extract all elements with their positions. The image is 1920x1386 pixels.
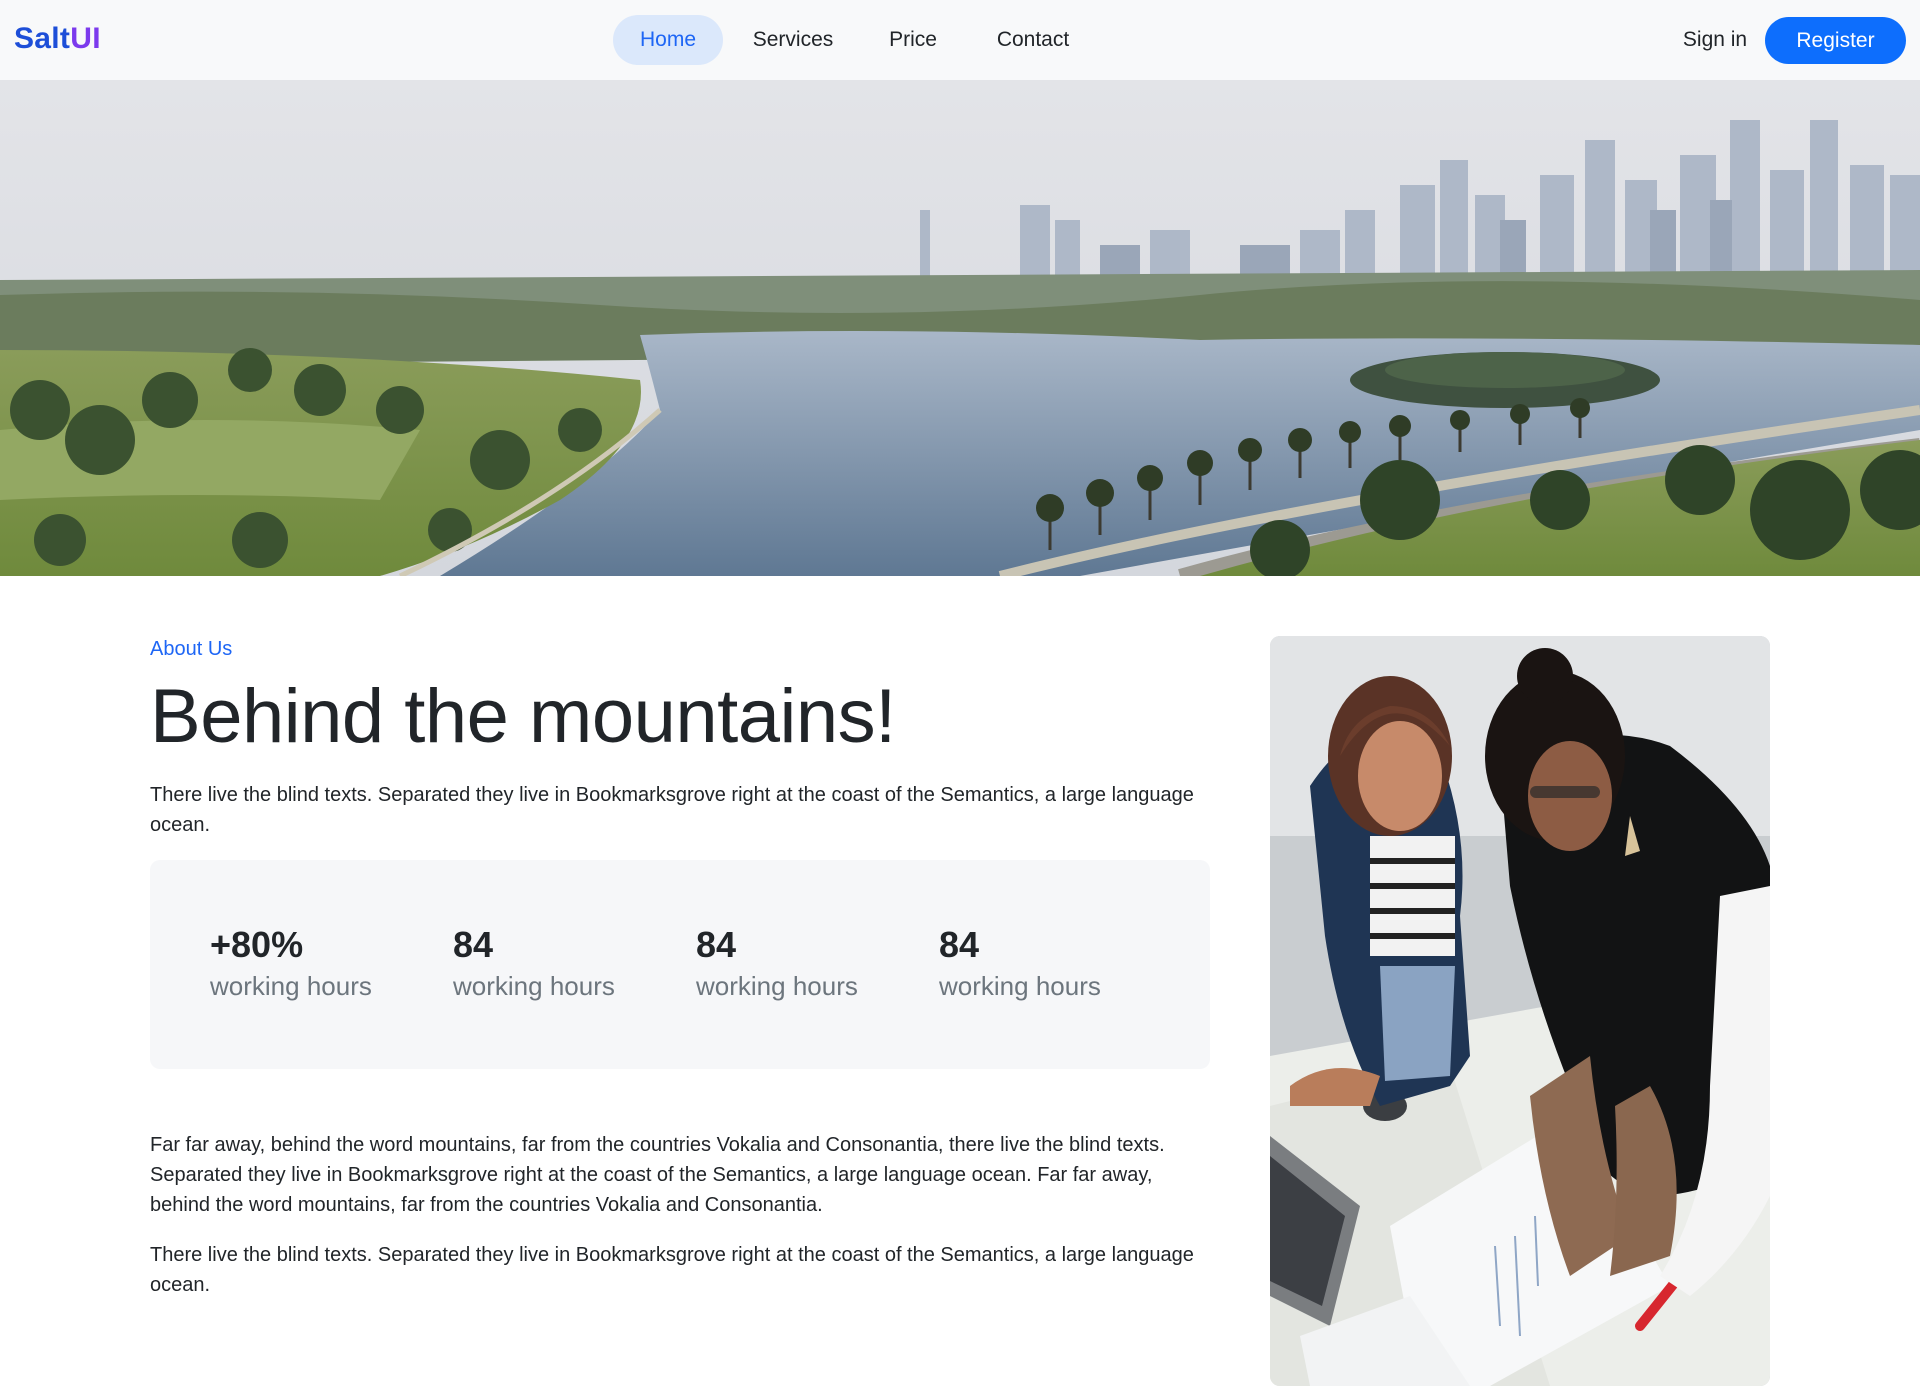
stat-label: working hours	[696, 971, 858, 1001]
nav-link-price[interactable]: Price	[863, 15, 963, 65]
stat-label: working hours	[453, 971, 615, 1001]
stat-item: 84 working hours	[453, 924, 683, 1002]
register-button[interactable]: Register	[1765, 17, 1906, 64]
nav-link-home[interactable]: Home	[613, 15, 723, 65]
nav-link-services[interactable]: Services	[723, 15, 863, 65]
hero-illustration	[0, 80, 1920, 576]
hero-cityscape-image	[0, 80, 1920, 576]
brand-logo[interactable]: SaltUI	[14, 22, 101, 56]
stat-item: 84 working hours	[939, 924, 1169, 1002]
top-navbar: SaltUI Home Services Price Contact Sign …	[0, 0, 1920, 80]
team-photo-illustration	[1270, 636, 1770, 1386]
stat-item: +80% working hours	[210, 924, 440, 1002]
lead-paragraph: There live the blind texts. Separated th…	[150, 784, 1194, 836]
team-photo	[1270, 636, 1770, 1386]
brand-name-part2: UI	[70, 22, 101, 55]
stat-value: 84	[939, 924, 980, 965]
nav-link-contact[interactable]: Contact	[963, 15, 1103, 65]
stat-value: 84	[453, 924, 494, 965]
section-eyebrow: About Us	[150, 638, 233, 660]
main-nav: Home Services Price Contact	[613, 15, 1103, 65]
stats-panel: +80% working hours 84 working hours 84 w…	[150, 860, 1210, 1069]
body-paragraph-1: Far far away, behind the word mountains,…	[150, 1134, 1165, 1216]
stat-item: 84 working hours	[696, 924, 926, 1002]
stat-value: 84	[696, 924, 737, 965]
stat-value: +80%	[210, 924, 304, 965]
stat-label: working hours	[939, 971, 1101, 1001]
section-title: Behind the mountains!	[150, 674, 896, 759]
body-paragraph-2: There live the blind texts. Separated th…	[150, 1244, 1194, 1296]
sign-in-link[interactable]: Sign in	[1660, 15, 1770, 65]
stat-label: working hours	[210, 971, 372, 1001]
brand-name-part1: Salt	[14, 22, 71, 55]
